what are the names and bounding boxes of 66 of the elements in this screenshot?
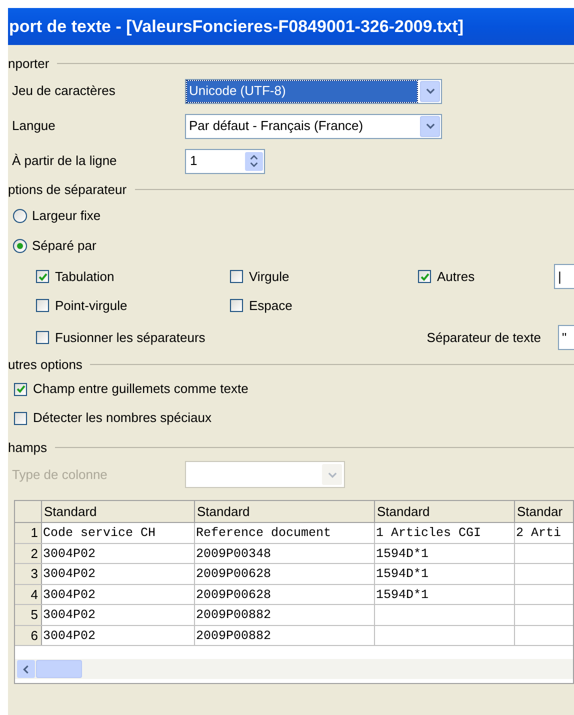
field-label: Type de colonne xyxy=(12,466,108,484)
table-cell: 3004P02 xyxy=(42,626,195,645)
checkbox[interactable] xyxy=(418,270,431,283)
section-title: hamps xyxy=(8,438,48,457)
row-number: 5 xyxy=(15,605,42,624)
window-title: port de texte - [ValeursFoncieres-F0849001-326-2009.txt] xyxy=(8,16,464,38)
table-cell: 3004P02 xyxy=(42,605,195,624)
section-title: utres options xyxy=(8,356,82,374)
field-label: Séparateur de texte xyxy=(426,328,541,347)
column-header: Standard xyxy=(375,501,515,522)
dropdown[interactable]: Unicode (UTF-8) xyxy=(185,78,442,104)
table-cell: 1594D*1 xyxy=(375,544,515,563)
checkbox[interactable] xyxy=(230,270,243,283)
table-cell: 2009P00882 xyxy=(195,605,375,624)
checkbox-label: Espace xyxy=(249,296,292,315)
checkbox-label: Fusionner les séparateurs xyxy=(55,328,206,347)
checkbox-label: Détecter les nombres spéciaux xyxy=(33,409,212,428)
column-header: Standar xyxy=(515,501,573,522)
table-cell: Code service CH xyxy=(42,523,195,542)
scroll-thumb[interactable] xyxy=(36,660,82,678)
checkbox-label: Champ entre guillemets comme texte xyxy=(33,380,248,398)
spin-field[interactable]: 1 xyxy=(185,148,265,174)
table-cell: 2 Arti xyxy=(515,523,573,542)
table-cell: 3004P02 xyxy=(42,544,195,563)
row-number: 6 xyxy=(15,626,42,645)
checkbox-label: Tabulation xyxy=(55,268,114,286)
input-field[interactable]: | xyxy=(554,264,574,289)
table-cell: 1594D*1 xyxy=(375,584,515,604)
row-number: 1 xyxy=(15,523,42,542)
checkbox-label: Autres xyxy=(437,268,475,286)
checkbox[interactable] xyxy=(14,382,27,396)
field-label: Jeu de caractères xyxy=(12,82,116,100)
checkbox-label: Point-virgule xyxy=(55,296,128,315)
dropdown[interactable]: Par défaut - Français (France) xyxy=(185,114,442,138)
input-field[interactable]: " xyxy=(558,325,574,350)
table-cell: Reference document xyxy=(195,523,375,542)
column-header: Standard xyxy=(42,501,195,522)
table-cell: 3004P02 xyxy=(42,564,195,584)
radio-button[interactable] xyxy=(13,209,27,223)
table-cell: 2009P00348 xyxy=(195,544,375,563)
field-label: Langue xyxy=(12,117,56,136)
checkbox[interactable] xyxy=(14,412,27,424)
checkbox[interactable] xyxy=(36,299,49,312)
spin-arrows-icon[interactable] xyxy=(245,152,263,170)
radio-label: Largeur fixe xyxy=(32,207,101,226)
row-number: 3 xyxy=(15,564,42,584)
table-cell: 1 Articles CGI xyxy=(375,523,515,542)
scrollbar[interactable] xyxy=(15,659,573,679)
table-cell: 2009P00882 xyxy=(195,626,375,645)
radio-label: Séparé par xyxy=(32,237,96,256)
row-number: 2 xyxy=(15,544,42,563)
table-cell: 3004P02 xyxy=(42,584,195,604)
table-cell: 2009P00628 xyxy=(195,564,375,584)
table-cell: 1594D*1 xyxy=(375,564,515,584)
checkbox-label: Virgule xyxy=(249,268,290,286)
table-cell: 2009P00628 xyxy=(195,584,375,604)
row-number: 4 xyxy=(15,584,42,604)
checkbox[interactable] xyxy=(36,331,49,344)
section-title: ptions de séparateur xyxy=(8,180,127,199)
checkbox[interactable] xyxy=(36,270,49,283)
section-title: nporter xyxy=(8,55,50,73)
field-label: À partir de la ligne xyxy=(12,152,118,170)
column-header: Standard xyxy=(195,501,375,522)
checkbox[interactable] xyxy=(230,299,243,312)
scroll-left-icon[interactable] xyxy=(17,660,35,678)
radio-button[interactable] xyxy=(13,239,27,253)
